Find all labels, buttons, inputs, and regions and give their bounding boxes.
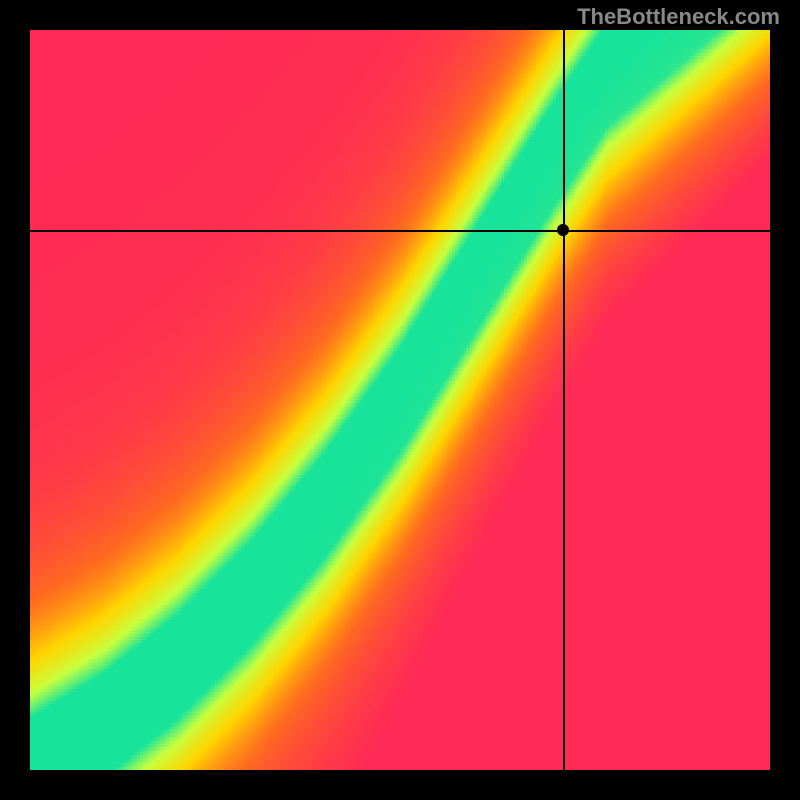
- bottleneck-heatmap: [30, 30, 770, 770]
- plot-area: [30, 30, 770, 770]
- chart-container: TheBottleneck.com: [0, 0, 800, 800]
- crosshair-vertical: [563, 30, 565, 770]
- crosshair-horizontal: [30, 230, 770, 232]
- watermark-text: TheBottleneck.com: [577, 4, 780, 30]
- selection-marker: [557, 224, 569, 236]
